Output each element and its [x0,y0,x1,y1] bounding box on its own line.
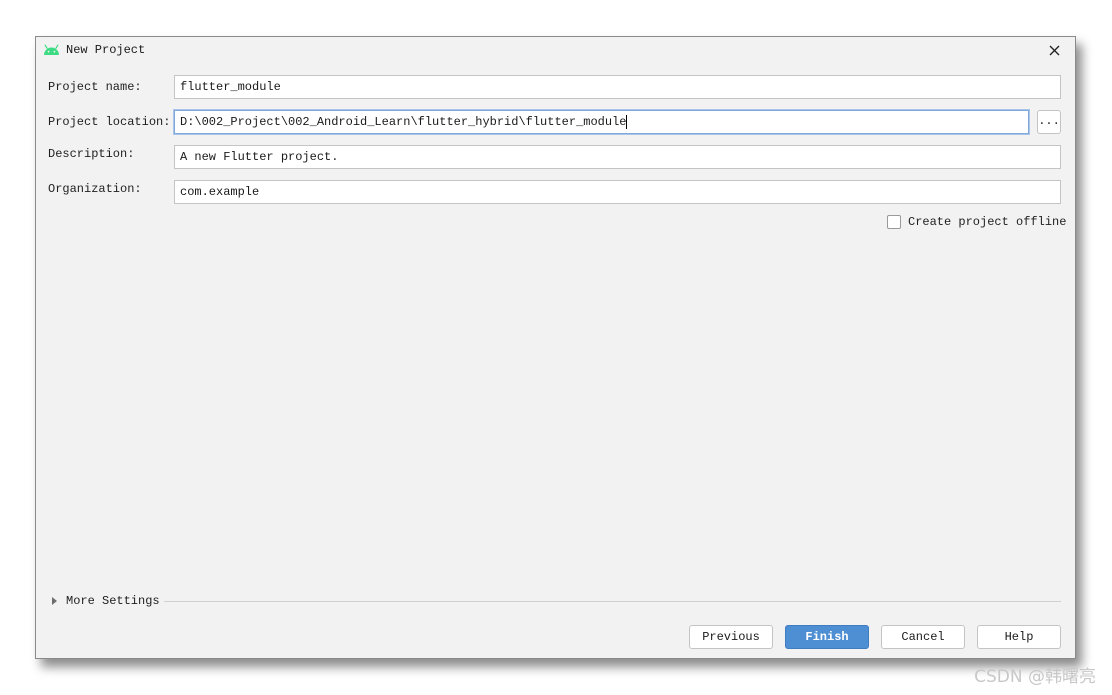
new-project-dialog: New Project Project name: flutter_module… [35,36,1076,659]
divider [164,601,1061,602]
more-settings-label: More Settings [66,594,160,608]
browse-button[interactable]: ... [1037,110,1061,134]
text-caret [626,114,628,129]
organization-input[interactable]: com.example [174,180,1061,204]
close-icon [1049,45,1059,55]
cancel-button[interactable]: Cancel [881,625,965,649]
description-value: A new Flutter project. [180,150,339,164]
watermark: CSDN @韩曙亮 [974,667,1096,687]
title-bar: New Project [36,37,1075,63]
create-offline-label: Create project offline [908,215,1067,229]
create-offline-checkbox[interactable] [887,215,901,229]
organization-label: Organization: [48,182,142,196]
description-input[interactable]: A new Flutter project. [174,145,1061,169]
expand-arrow-icon [52,597,57,605]
help-button[interactable]: Help [977,625,1061,649]
project-name-input[interactable]: flutter_module [174,75,1061,99]
create-offline-option[interactable]: Create project offline [887,214,1066,230]
project-location-value: D:\002_Project\002_Android_Learn\flutter… [180,115,627,129]
dialog-title: New Project [66,43,146,57]
project-location-input[interactable]: D:\002_Project\002_Android_Learn\flutter… [174,110,1029,134]
finish-button[interactable]: Finish [785,625,869,649]
project-name-value: flutter_module [180,80,281,94]
project-location-label: Project location: [48,115,171,129]
project-name-label: Project name: [48,80,142,94]
description-label: Description: [48,147,135,161]
more-settings-toggle[interactable]: More Settings [52,593,160,609]
previous-button[interactable]: Previous [689,625,773,649]
close-button[interactable] [1045,41,1063,59]
organization-value: com.example [180,185,260,199]
android-icon [44,44,59,55]
